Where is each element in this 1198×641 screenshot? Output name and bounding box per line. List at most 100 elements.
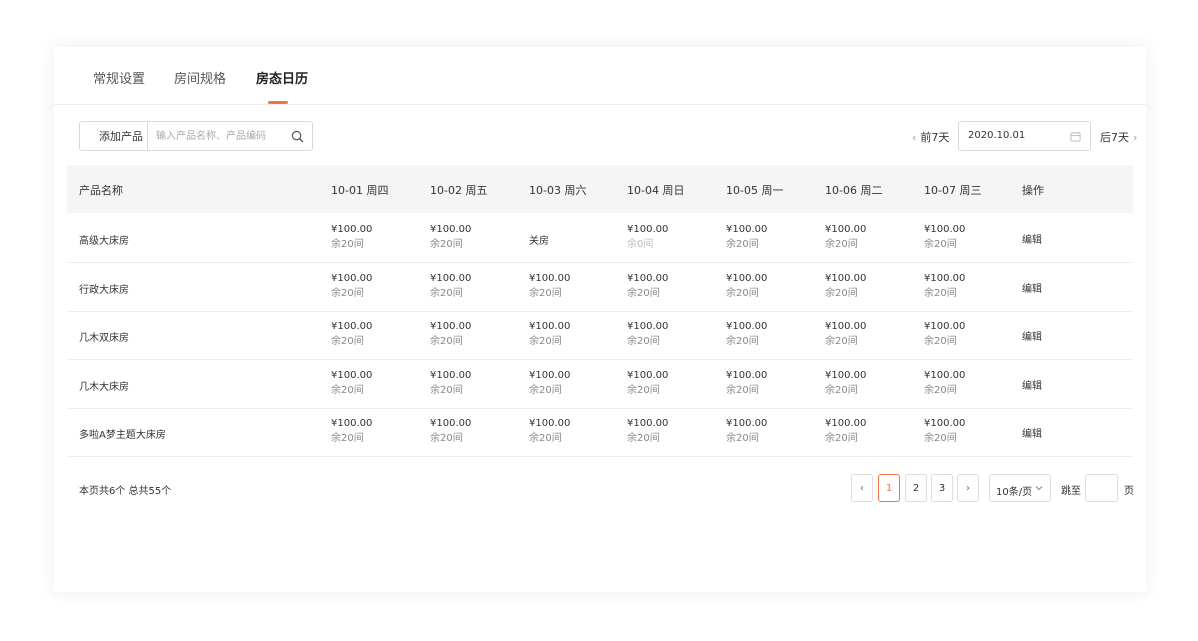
room-price: ¥100.00 xyxy=(726,273,768,284)
room-price: ¥100.00 xyxy=(529,418,571,429)
day-cell: ¥100.00 余20间 xyxy=(726,417,767,446)
room-price: ¥100.00 xyxy=(825,273,867,284)
tab-room-calendar[interactable]: 房态日历 xyxy=(256,68,308,87)
day-cell: ¥100.00 余20间 xyxy=(430,417,471,446)
table-row: 几木双床房 ¥100.00 余20间 ¥100.00 余20间 ¥100.00 余20间 ¥1… xyxy=(67,311,1133,360)
rooms-remaining: 余20间 xyxy=(627,433,660,444)
edit-button[interactable]: 编辑 xyxy=(1022,377,1042,392)
rooms-remaining: 余20间 xyxy=(430,239,463,250)
rooms-remaining: 余20间 xyxy=(924,336,957,347)
room-price: ¥100.00 xyxy=(331,321,373,332)
header-date-3: 10-03 周六 xyxy=(529,184,587,197)
active-tab-indicator xyxy=(268,101,288,104)
table-row: 几木大床房 ¥100.00 余20间 ¥100.00 余20间 ¥100.00 余20间 ¥1… xyxy=(67,360,1133,409)
rooms-remaining: 余20间 xyxy=(825,336,858,347)
rooms-remaining: 余20间 xyxy=(331,433,364,444)
day-cell: ¥100.00 余20间 xyxy=(529,320,570,349)
rooms-remaining: 余20间 xyxy=(924,385,957,396)
table-row: 多啦A梦主题大床房 ¥100.00 余20间 ¥100.00 余20间 ¥100.00 余2… xyxy=(67,408,1133,457)
rooms-remaining: 余20间 xyxy=(529,433,562,444)
rooms-remaining: 余20间 xyxy=(529,288,562,299)
room-price: ¥100.00 xyxy=(529,321,571,332)
day-cell: ¥100.00 余20间 xyxy=(627,417,668,446)
room-price: ¥100.00 xyxy=(726,418,768,429)
room-price: ¥100.00 xyxy=(726,224,768,235)
rooms-remaining: 余20间 xyxy=(825,433,858,444)
rooms-remaining: 余20间 xyxy=(627,288,660,299)
room-price: ¥100.00 xyxy=(627,273,669,284)
room-price: ¥100.00 xyxy=(430,224,472,235)
day-cell: ¥100.00 余20间 xyxy=(331,272,372,301)
product-search-box xyxy=(147,121,313,151)
edit-button[interactable]: 编辑 xyxy=(1022,280,1042,295)
rooms-remaining: 余20间 xyxy=(430,336,463,347)
tab-room-specs[interactable]: 房间规格 xyxy=(174,68,226,87)
rooms-remaining: 余20间 xyxy=(726,288,759,299)
rooms-remaining: 余20间 xyxy=(331,239,364,250)
header-date-1: 10-01 周四 xyxy=(331,184,389,197)
next-week-label: 后7天 xyxy=(1100,131,1129,144)
day-cell: ¥100.00 余20间 xyxy=(825,417,866,446)
room-price: ¥100.00 xyxy=(726,321,768,332)
room-closed-label: 关房 xyxy=(529,236,549,247)
day-cell: ¥100.00 余20间 xyxy=(627,320,668,349)
next-page-button[interactable]: › xyxy=(957,474,979,502)
day-cell: ¥100.00 余20间 xyxy=(924,417,965,446)
day-cell: ¥100.00 余20间 xyxy=(430,320,471,349)
tab-general-settings[interactable]: 常规设置 xyxy=(93,68,145,87)
rooms-remaining: 余20间 xyxy=(726,336,759,347)
day-cell: ¥100.00 余20间 xyxy=(430,369,471,398)
jump-page-input[interactable] xyxy=(1085,474,1118,502)
room-price: ¥100.00 xyxy=(627,224,669,235)
rooms-remaining: 余20间 xyxy=(924,239,957,250)
prev-page-button[interactable]: ‹ xyxy=(851,474,873,502)
day-cell: ¥100.00 余20间 xyxy=(430,223,471,252)
rooms-remaining: 余20间 xyxy=(924,288,957,299)
chevron-left-icon: ‹ xyxy=(912,131,917,144)
day-cell: ¥100.00 余20间 xyxy=(627,272,668,301)
search-icon[interactable] xyxy=(291,130,304,143)
date-picker[interactable]: 2020.10.01 xyxy=(958,121,1091,151)
page-size-select[interactable]: 10条/页 xyxy=(989,474,1051,502)
day-cell: ¥100.00 余20间 xyxy=(529,417,570,446)
page-size-value: 10条/页 xyxy=(996,487,1033,498)
room-price: ¥100.00 xyxy=(627,418,669,429)
room-price: ¥100.00 xyxy=(331,418,373,429)
page-3-button[interactable]: 3 xyxy=(931,474,953,502)
room-price: ¥100.00 xyxy=(430,321,472,332)
day-cell: ¥100.00 余20间 xyxy=(825,369,866,398)
room-price: ¥100.00 xyxy=(825,370,867,381)
room-price: ¥100.00 xyxy=(430,418,472,429)
page-1-button[interactable]: 1 xyxy=(878,474,900,502)
jump-to-label: 跳至 xyxy=(1061,486,1081,497)
rooms-remaining: 余20间 xyxy=(825,239,858,250)
edit-button[interactable]: 编辑 xyxy=(1022,328,1042,343)
day-cell: ¥100.00 余20间 xyxy=(726,320,767,349)
room-price: ¥100.00 xyxy=(331,224,373,235)
header-date-7: 10-07 周三 xyxy=(924,184,982,197)
tab-bar: 常规设置 房间规格 房态日历 xyxy=(54,47,1146,105)
day-cell: ¥100.00 余20间 xyxy=(331,417,372,446)
product-search-input[interactable] xyxy=(156,128,286,145)
prev-week-button[interactable]: ‹ 前7天 xyxy=(912,129,949,145)
room-price: ¥100.00 xyxy=(331,273,373,284)
next-week-button[interactable]: 后7天 › xyxy=(1100,129,1137,145)
room-price: ¥100.00 xyxy=(924,273,966,284)
day-cell: ¥100.00 余20间 xyxy=(331,320,372,349)
day-cell: ¥100.00 余0间 xyxy=(627,223,668,252)
day-cell: ¥100.00 余20间 xyxy=(331,223,372,252)
day-cell: ¥100.00 余20间 xyxy=(627,369,668,398)
product-name: 行政大床房 xyxy=(79,285,129,296)
day-cell: ¥100.00 余20间 xyxy=(825,223,866,252)
rooms-remaining: 余20间 xyxy=(430,385,463,396)
room-price: ¥100.00 xyxy=(924,370,966,381)
page-2-button[interactable]: 2 xyxy=(905,474,927,502)
rooms-remaining: 余20间 xyxy=(331,336,364,347)
room-calendar-card: 常规设置 房间规格 房态日历 添加产品 ‹前7天 2020.10.01 后7天›… xyxy=(54,47,1146,592)
day-cell: ¥100.00 余20间 xyxy=(726,223,767,252)
day-cell: ¥100.00 余20间 xyxy=(825,320,866,349)
header-actions: 操作 xyxy=(1022,184,1044,197)
edit-button[interactable]: 编辑 xyxy=(1022,425,1042,440)
rooms-remaining: 余20间 xyxy=(331,288,364,299)
edit-button[interactable]: 编辑 xyxy=(1022,231,1042,246)
